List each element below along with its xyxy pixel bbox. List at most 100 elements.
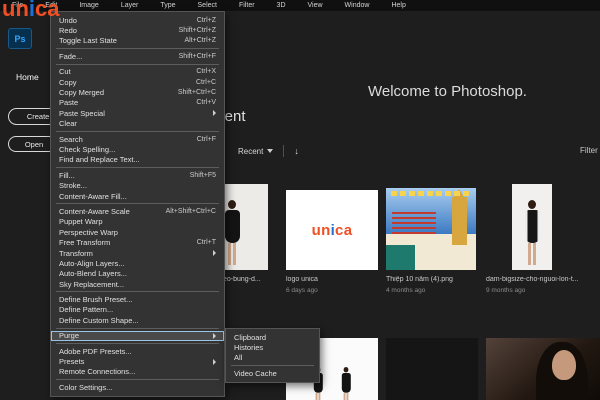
file-date: 6 days ago [286,287,318,294]
chevron-down-icon[interactable] [267,149,274,153]
edit-menu-item-stroke[interactable]: Stroke... [51,180,224,190]
edit-menu-item-paste-special[interactable]: Paste Special [51,108,224,118]
purge-submenu-item-histories[interactable]: Histories [226,342,319,352]
menu-item-label: Sky Replacement... [59,279,125,289]
edit-menu-item-define-brush-preset[interactable]: Define Brush Preset... [51,294,224,304]
menubar-item-filter[interactable]: Filter [239,2,277,9]
art-legs [528,243,536,265]
edit-menu-item-define-custom-shape[interactable]: Define Custom Shape... [51,315,224,325]
art-legs [228,243,236,265]
recent-file-card[interactable]: unica logo unica 6 days ago [286,180,382,294]
menu-item-label: Paste Special [59,108,105,118]
menu-item-label: Transform [59,248,93,258]
submenu-arrow-icon [213,110,216,117]
purge-submenu-item-video-cache[interactable]: Video Cache [226,368,319,378]
edit-menu-item-content-aware-scale[interactable]: Content-Aware Scale Alt+Shift+Ctrl+C [51,206,224,216]
menu-item-label: Free Transform [59,238,111,248]
file-date: 9 months ago [486,287,526,294]
menu-item-label: Content-Aware Fill... [59,191,127,201]
art-gc-text [392,212,436,236]
edit-menu-item-auto-align-layers[interactable]: Auto-Align Layers... [51,258,224,268]
menubar-item-type[interactable]: Type [160,2,197,9]
edit-menu-item-redo[interactable]: Redo Shift+Ctrl+Z [51,25,224,35]
art-gc-teal [386,245,415,270]
edit-menu-item-define-pattern[interactable]: Define Pattern... [51,305,224,315]
menu-item-label: Undo [59,15,77,25]
edit-menu-item-clear[interactable]: Clear [51,119,224,129]
menu-item-label: Fill... [59,170,75,180]
menu-shortcut: Ctrl+X [196,68,216,76]
edit-menu-item-auto-blend-layers[interactable]: Auto-Blend Layers... [51,269,224,279]
recent-file-card[interactable]: dam-bigsize-cho-nguoi-lon-t... 9 months a… [486,180,582,294]
menu-item-label: All [234,353,243,363]
menu-item-label: Perspective Warp [59,227,118,237]
divider [283,145,285,157]
menu-item-label: Clear [59,119,77,129]
art-fig [520,200,544,265]
edit-menu-item-search[interactable]: Search Ctrl+F [51,134,224,144]
menu-shortcut: Ctrl+F [196,135,216,143]
menubar-item-window[interactable]: Window [345,2,392,9]
file-thumbnail [386,338,478,400]
menubar-item-3d[interactable]: 3D [277,2,308,9]
edit-menu-item-cut[interactable]: Cut Ctrl+X [51,67,224,77]
edit-menu-item-remote-connections[interactable]: Remote Connections... [51,367,224,377]
edit-menu-item-color-settings[interactable]: Color Settings... [51,382,224,392]
purge-submenu-item-clipboard[interactable]: Clipboard [226,332,319,342]
submenu-arrow-icon [213,332,216,339]
edit-menu-item-perspective-warp[interactable]: Perspective Warp [51,227,224,237]
edit-menu-item-toggle-last-state[interactable]: Toggle Last State Alt+Ctrl+Z [51,36,224,46]
edit-menu-item-puppet-warp[interactable]: Puppet Warp [51,217,224,227]
edit-menu-item-undo[interactable]: Undo Ctrl+Z [51,15,224,25]
menu-item-label: Define Pattern... [59,305,114,315]
file-date: 4 months ago [386,287,426,294]
welcome-heading: Welcome to Photoshop. [368,83,527,100]
menu-shortcut: Ctrl+V [196,99,216,107]
menu-item-label: Remote Connections... [59,367,136,377]
purge-submenu: Clipboard Histories All Video Cache [225,328,320,383]
edit-menu-item-find-and-replace-text[interactable]: Find and Replace Text... [51,155,224,165]
recent-file-card[interactable] [386,338,478,400]
sort-dropdown[interactable]: Recent [238,147,263,156]
edit-menu-item-presets[interactable]: Presets [51,356,224,366]
menubar-item-layer[interactable]: Layer [121,2,161,9]
edit-menu-item-copy[interactable]: Copy Ctrl+C [51,77,224,87]
recent-file-card[interactable]: Thiệp 10 năm (4).png 4 months ago [386,180,482,294]
file-name: logo unica [286,276,318,283]
edit-menu-item-free-transform[interactable]: Free Transform Ctrl+T [51,237,224,247]
menubar-item-view[interactable]: View [308,2,345,9]
art-gc-band [391,191,471,196]
edit-menu-item-content-aware-fill[interactable]: Content-Aware Fill... [51,191,224,201]
edit-menu-item-sky-replacement[interactable]: Sky Replacement... [51,279,224,289]
edit-menu-item-adobe-pdf-presets[interactable]: Adobe PDF Presets... [51,346,224,356]
filter-input[interactable]: Filter [580,146,598,155]
menu-shortcut: Shift+Ctrl+F [178,52,216,60]
edit-menu-item-check-spelling[interactable]: Check Spelling... [51,144,224,154]
sidebar-item-home[interactable]: Home [16,72,39,82]
edit-menu-dropdown: Undo Ctrl+Z Redo Shift+Ctrl+Z Toggle Last St… [50,11,225,397]
menu-separator [56,291,219,293]
edit-menu-item-paste[interactable]: Paste Ctrl+V [51,98,224,108]
edit-menu-item-copy-merged[interactable]: Copy Merged Shift+Ctrl+C [51,87,224,97]
menubar-item-image[interactable]: Image [79,2,120,9]
art-cu-face [552,350,576,380]
menu-item-label: Content-Aware Scale [59,206,130,216]
sort-direction-icon[interactable]: ↓ [294,146,299,156]
edit-menu-item-fill[interactable]: Fill... Shift+F5 [51,170,224,180]
recent-file-card[interactable] [486,338,600,400]
purge-submenu-item-all[interactable]: All [226,353,319,363]
unica-watermark-logo: unica [2,0,60,21]
file-thumbnail: unica [286,190,378,270]
thumbnail-wrap [386,180,482,270]
edit-menu-item-purge[interactable]: Purge [51,330,224,341]
art-head [343,367,349,373]
menu-shortcut: Alt+Ctrl+Z [184,37,216,45]
edit-menu-item-transform[interactable]: Transform [51,248,224,258]
menubar-item-select[interactable]: Select [198,2,239,9]
menu-item-label: Define Brush Preset... [59,295,133,305]
menubar-item-help[interactable]: Help [391,2,427,9]
sort-bar: Recent ↓ [238,145,299,157]
edit-menu-item-fade[interactable]: Fade... Shift+Ctrl+F [51,51,224,61]
photoshop-app-icon[interactable]: Ps [8,28,32,49]
art-dress [524,210,540,243]
